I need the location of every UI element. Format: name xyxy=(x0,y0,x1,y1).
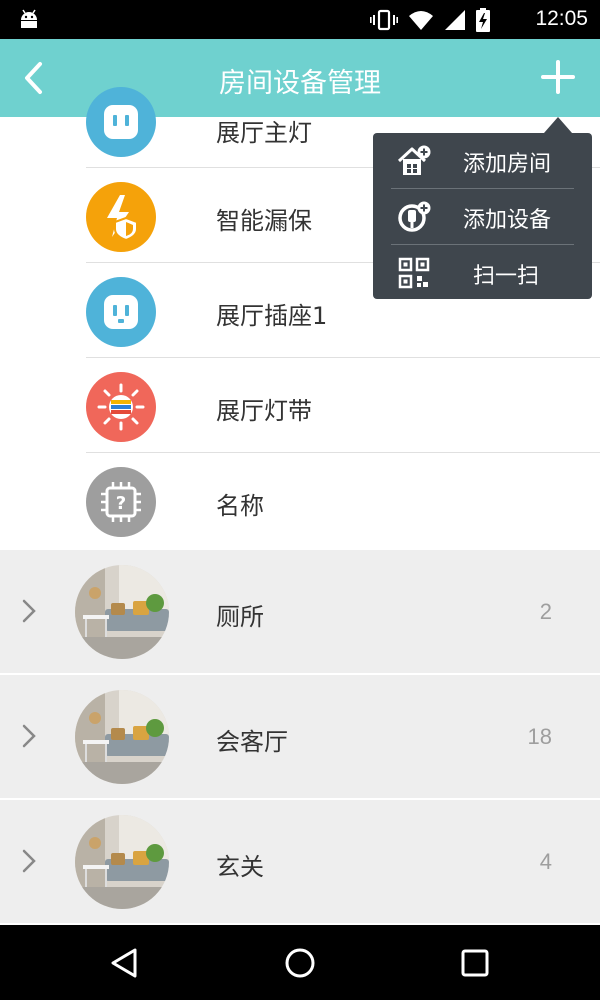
battery-charging-icon xyxy=(476,8,490,32)
back-triangle-icon[interactable] xyxy=(107,945,143,981)
device-label: 展厅灯带 xyxy=(216,397,312,425)
add-room-icon xyxy=(397,145,431,175)
room-name: 厕所 xyxy=(216,603,264,631)
lightning-shield-icon xyxy=(86,182,156,252)
vibrate-icon xyxy=(370,9,398,31)
status-time: 12:05 xyxy=(535,7,588,30)
socket-icon xyxy=(86,277,156,347)
room-device-count: 2 xyxy=(539,599,552,624)
page-title: 房间设备管理 xyxy=(219,68,381,99)
device-label: 名称 xyxy=(216,492,264,520)
chevron-right-icon xyxy=(22,599,36,623)
room-name: 玄关 xyxy=(216,853,264,881)
menu-item-add-device[interactable]: 添加设备 xyxy=(373,189,592,244)
device-label: 智能漏保 xyxy=(216,207,312,235)
svg-text:?: ? xyxy=(116,493,126,514)
room-device-count: 18 xyxy=(527,724,552,749)
menu-item-add-room[interactable]: 添加房间 xyxy=(373,133,592,188)
room-photo xyxy=(75,690,169,784)
signal-icon xyxy=(445,10,465,30)
android-icon xyxy=(21,9,37,28)
led-strip-icon xyxy=(86,372,156,442)
menu-item-label: 添加房间 xyxy=(463,152,552,177)
add-popup-menu: 添加房间 添加设备 扫一扫 xyxy=(373,117,592,300)
room-photo xyxy=(75,815,169,909)
recents-square-icon[interactable] xyxy=(457,945,493,981)
chevron-right-icon xyxy=(22,724,36,748)
qr-scan-icon xyxy=(398,257,430,289)
room-row[interactable]: 玄关 4 xyxy=(0,800,600,925)
menu-item-label: 扫一扫 xyxy=(473,264,540,289)
menu-item-scan[interactable]: 扫一扫 xyxy=(373,245,592,300)
device-label: 展厅主灯 xyxy=(216,119,312,147)
device-row[interactable]: 展厅灯带 xyxy=(0,358,600,453)
room-row[interactable]: 厕所 2 xyxy=(0,550,600,675)
system-nav-bar xyxy=(0,925,600,1000)
socket-icon xyxy=(86,87,156,157)
menu-item-label: 添加设备 xyxy=(463,208,552,233)
device-row[interactable]: ? 名称 xyxy=(0,453,600,548)
chevron-right-icon xyxy=(22,849,36,873)
unknown-chip-icon: ? xyxy=(86,467,156,537)
room-device-count: 4 xyxy=(539,849,552,874)
add-device-icon xyxy=(398,201,431,232)
popup-arrow xyxy=(544,117,572,133)
room-list: 厕所 2 会客厅 18 玄关 4 xyxy=(0,550,600,925)
home-circle-icon[interactable] xyxy=(282,945,318,981)
wifi-icon xyxy=(409,11,433,30)
status-bar: 12:05 xyxy=(0,0,600,39)
device-label: 展厅插座1 xyxy=(216,302,328,330)
room-photo xyxy=(75,565,169,659)
room-name: 会客厅 xyxy=(216,728,288,756)
room-row[interactable]: 会客厅 18 xyxy=(0,675,600,800)
add-icon[interactable] xyxy=(540,59,576,95)
